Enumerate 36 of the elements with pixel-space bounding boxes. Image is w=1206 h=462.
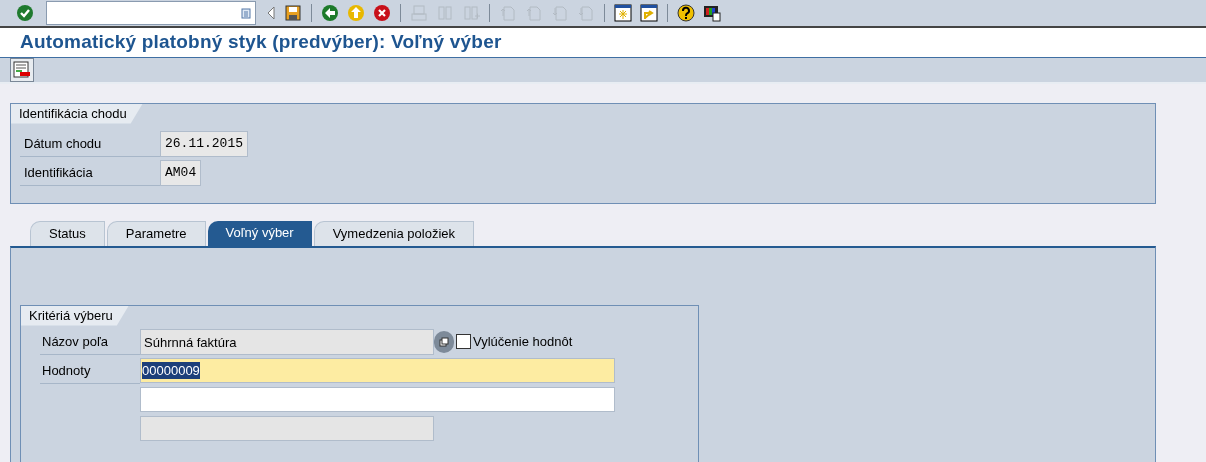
tab[interactable]: Status	[30, 220, 105, 246]
previous-page-icon	[525, 4, 543, 22]
values-input-field[interactable]: 00000009	[140, 358, 615, 383]
screen-title: Automatický platobný styk (predvýber): Voľný výber	[20, 30, 502, 54]
exclude-checkbox[interactable]	[456, 334, 471, 349]
tab[interactable]: Parametre	[106, 220, 206, 246]
command-field[interactable]	[46, 1, 256, 25]
field-options-button[interactable]	[434, 330, 454, 353]
group-title: Identifikácia chodu	[11, 103, 143, 124]
first-page-icon	[499, 4, 517, 22]
window-icon	[439, 336, 449, 347]
next-page-icon	[551, 4, 569, 22]
save-icon	[284, 4, 302, 22]
dropdown-icon[interactable]	[241, 7, 251, 19]
input-field[interactable]	[140, 387, 615, 412]
field-value: 00000009	[142, 362, 200, 379]
tab[interactable]: Voľný výber	[207, 220, 312, 246]
print-icon	[410, 4, 428, 22]
shortcut-icon	[640, 4, 658, 22]
checkmark-icon	[16, 4, 34, 22]
field-value: Súhrnná faktúra	[140, 328, 434, 355]
new-window-icon	[614, 4, 632, 22]
field-value: AM04	[160, 159, 202, 186]
selection-screen-button[interactable]	[10, 57, 34, 82]
monitor-icon	[703, 4, 721, 22]
last-page-icon	[577, 4, 595, 22]
collapse-arrow-icon[interactable]	[266, 6, 276, 20]
help-icon	[677, 4, 695, 22]
input-field[interactable]	[140, 416, 434, 441]
tab[interactable]: Vymedzenia položiek	[313, 220, 475, 246]
form-icon	[13, 60, 31, 79]
field-value: 26.11.2015	[160, 130, 248, 157]
binoculars-plus-icon	[462, 4, 480, 22]
checkbox-label: Vylúčenie hodnôt	[473, 332, 573, 351]
cancel-icon	[373, 4, 391, 22]
group-title: Kritériá výberu	[21, 305, 129, 326]
